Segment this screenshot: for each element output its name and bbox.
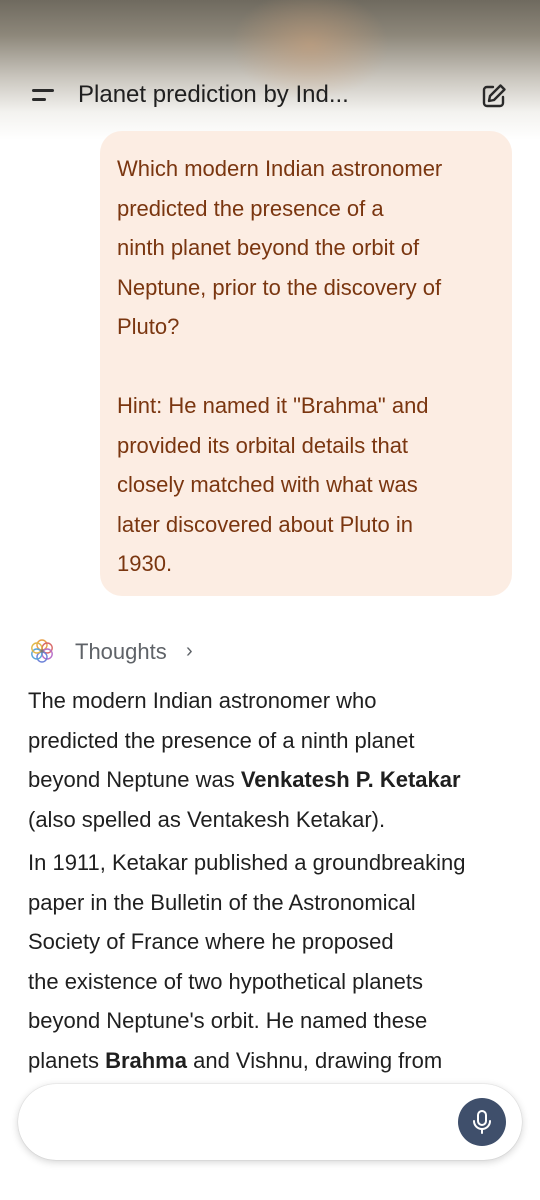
planet-name: Brahma <box>105 1047 187 1073</box>
menu-icon-line-bottom <box>32 98 46 101</box>
user-message-line: 1930. <box>117 551 173 576</box>
response-text: planets <box>28 1047 106 1073</box>
conversation-title[interactable]: Planet prediction by Ind... <box>78 81 349 109</box>
response-paragraph-1: The modern Indian astronomer who predict… <box>28 681 528 839</box>
user-message-paragraph-2: Hint: He named it "Brahma" and provided … <box>117 386 512 584</box>
mic-icon <box>473 1110 491 1134</box>
response-line: beyond Neptune was Venkatesh P. Ketakar <box>28 760 528 800</box>
user-message-line: provided its orbital details that <box>117 432 409 458</box>
edit-icon[interactable] <box>480 82 508 110</box>
chevron-right-icon: › <box>186 640 193 662</box>
sparkle-icon <box>31 639 53 663</box>
response-line: predicted the presence of a ninth planet <box>28 727 415 753</box>
user-message-line: Which modern Indian astronomer <box>117 156 443 181</box>
response-paragraph-2: In 1911, Ketakar published a groundbreak… <box>28 843 528 1080</box>
assistant-response: The modern Indian astronomer who predict… <box>28 681 528 1080</box>
response-line: beyond Neptune's orbit. He named these <box>28 1008 428 1033</box>
response-line: In 1911, Ketakar published a groundbreak… <box>28 850 466 875</box>
response-line: paper in the Bulletin of the Astronomica… <box>28 889 416 915</box>
thoughts-label: Thoughts <box>75 639 167 664</box>
user-message-line: ninth planet beyond the orbit of <box>117 235 420 260</box>
astronomer-name: Venkatesh P. Ketakar <box>240 767 461 792</box>
prompt-input[interactable] <box>18 1084 522 1160</box>
thoughts-toggle[interactable]: Thoughts › <box>28 634 328 674</box>
response-line: Society of France where he proposed <box>28 929 394 954</box>
mic-button[interactable] <box>458 1098 506 1146</box>
menu-icon-line-top <box>32 89 54 92</box>
user-message-paragraph-1: Which modern Indian astronomer predicted… <box>117 131 512 347</box>
user-message-line: Pluto? <box>117 314 180 339</box>
response-line: The modern Indian astronomer who <box>28 688 377 713</box>
user-message-line: closely matched with what was <box>117 472 418 497</box>
app-header: Planet prediction by Ind... <box>0 70 540 122</box>
response-line: (also spelled as Ventakesh Ketakar). <box>28 806 386 832</box>
user-message-line: later discovered about Pluto in <box>117 511 413 537</box>
response-line: the existence of two hypothetical planet… <box>28 968 424 994</box>
user-message-line: Hint: He named it "Brahma" and <box>117 393 429 418</box>
user-message-line: Neptune, prior to the discovery of <box>117 274 442 300</box>
response-text: beyond Neptune was <box>28 767 241 792</box>
menu-icon[interactable] <box>32 85 58 107</box>
response-text: and Vishnu, drawing from <box>186 1047 443 1073</box>
user-message-line: predicted the presence of a <box>117 195 384 221</box>
user-message-bubble: Which modern Indian astronomer predicted… <box>100 131 512 596</box>
